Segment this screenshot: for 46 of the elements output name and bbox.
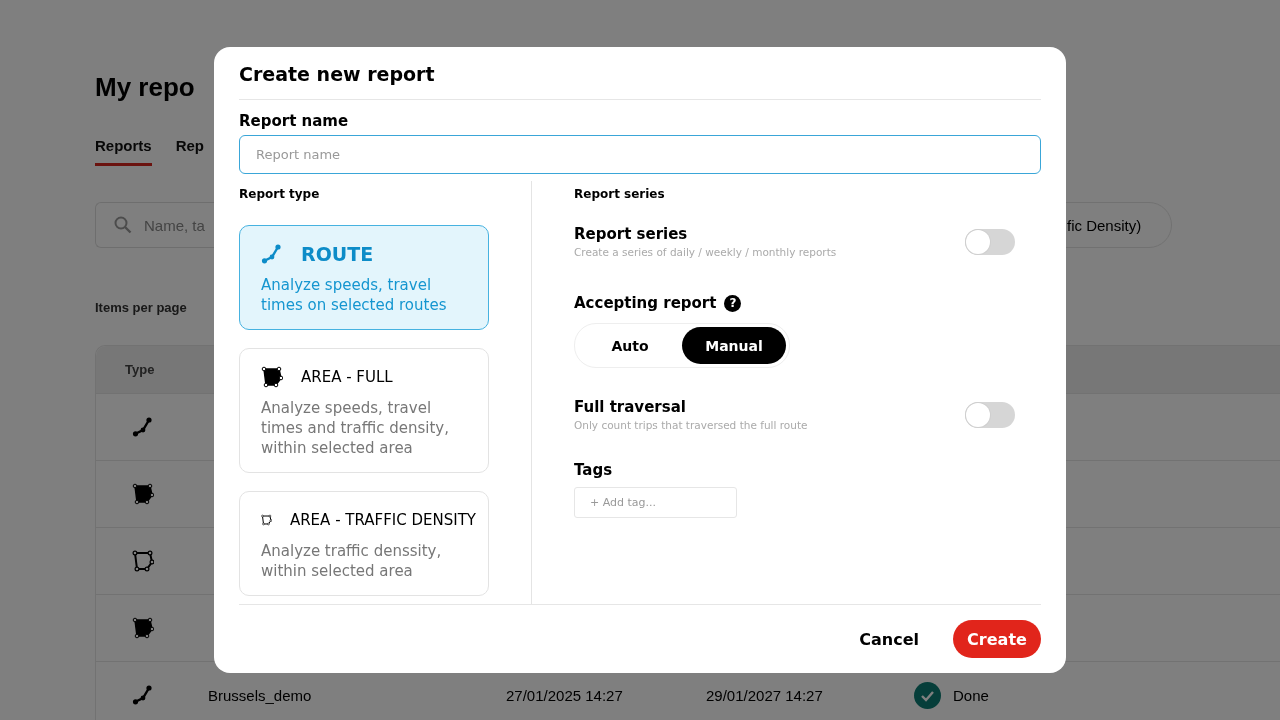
setting-title: Accepting report <box>574 294 717 312</box>
tab[interactable]: Rep <box>175 137 205 166</box>
report-type-card[interactable]: AREA - TRAFFIC DENSITY Analyze traffic denssity, within selected area <box>239 491 489 596</box>
setting-description: Create a series of daily / weekly / monthly reports <box>574 246 837 258</box>
tab[interactable]: Reports <box>95 137 152 166</box>
items-per-page-label: Items per page <box>95 300 187 315</box>
help-icon[interactable]: ? <box>724 294 742 312</box>
filled-polygon-icon <box>132 617 154 639</box>
create-button[interactable]: Create <box>953 620 1041 658</box>
table-cell: 27/01/2025 14:27 <box>506 686 623 704</box>
setting-title: Full traversal <box>574 398 687 416</box>
cancel-button[interactable]: Cancel <box>845 621 933 657</box>
card-description: Analyze traffic denssity, within selected area <box>261 541 443 581</box>
field-label: Report name <box>239 112 350 130</box>
route-icon <box>132 416 154 438</box>
filled-polygon-icon <box>261 366 283 388</box>
route-icon <box>261 243 283 265</box>
check-circle-icon <box>914 681 941 709</box>
search-placeholder: Name, ta <box>144 216 205 234</box>
card-title: ROUTE <box>301 243 374 265</box>
setting-description: Only count trips that traversed the full route <box>574 419 808 431</box>
route-icon <box>132 684 154 706</box>
section-label: Report series <box>574 187 666 201</box>
section-label: Report type <box>239 187 321 201</box>
polygon-outline-icon <box>132 550 154 572</box>
segment-option[interactable]: Manual <box>682 327 786 364</box>
column-header: Type <box>124 362 155 377</box>
report-type-card[interactable]: AREA - FULL Analyze speeds, travel times and traffic density, within selected area <box>239 348 489 473</box>
segment-option[interactable]: Auto <box>578 327 682 364</box>
search-icon <box>114 216 132 234</box>
report-name-field[interactable]: Report name <box>239 135 1041 174</box>
card-title: AREA - TRAFFIC DENSITY <box>289 511 476 529</box>
dialog-title: Create new report <box>239 63 435 85</box>
field-label: Tags <box>574 461 614 479</box>
tag-field[interactable]: + Add tag... <box>574 487 737 518</box>
toggle-switch[interactable] <box>965 401 1015 428</box>
card-description: Analyze speeds, travel times on selected routes <box>261 275 448 315</box>
table-cell: 29/01/2027 14:27 <box>706 686 823 704</box>
toggle-switch[interactable] <box>965 228 1015 255</box>
card-description: Analyze speeds, travel times and traffic density, within selected area <box>261 398 450 458</box>
status-text: Done <box>953 686 989 704</box>
table-cell: Brussels_demo <box>208 686 312 704</box>
setting-title: Report series <box>574 225 689 243</box>
filled-polygon-icon <box>132 483 154 505</box>
card-title: AREA - FULL <box>301 368 393 386</box>
page-title: My repo <box>95 72 195 103</box>
